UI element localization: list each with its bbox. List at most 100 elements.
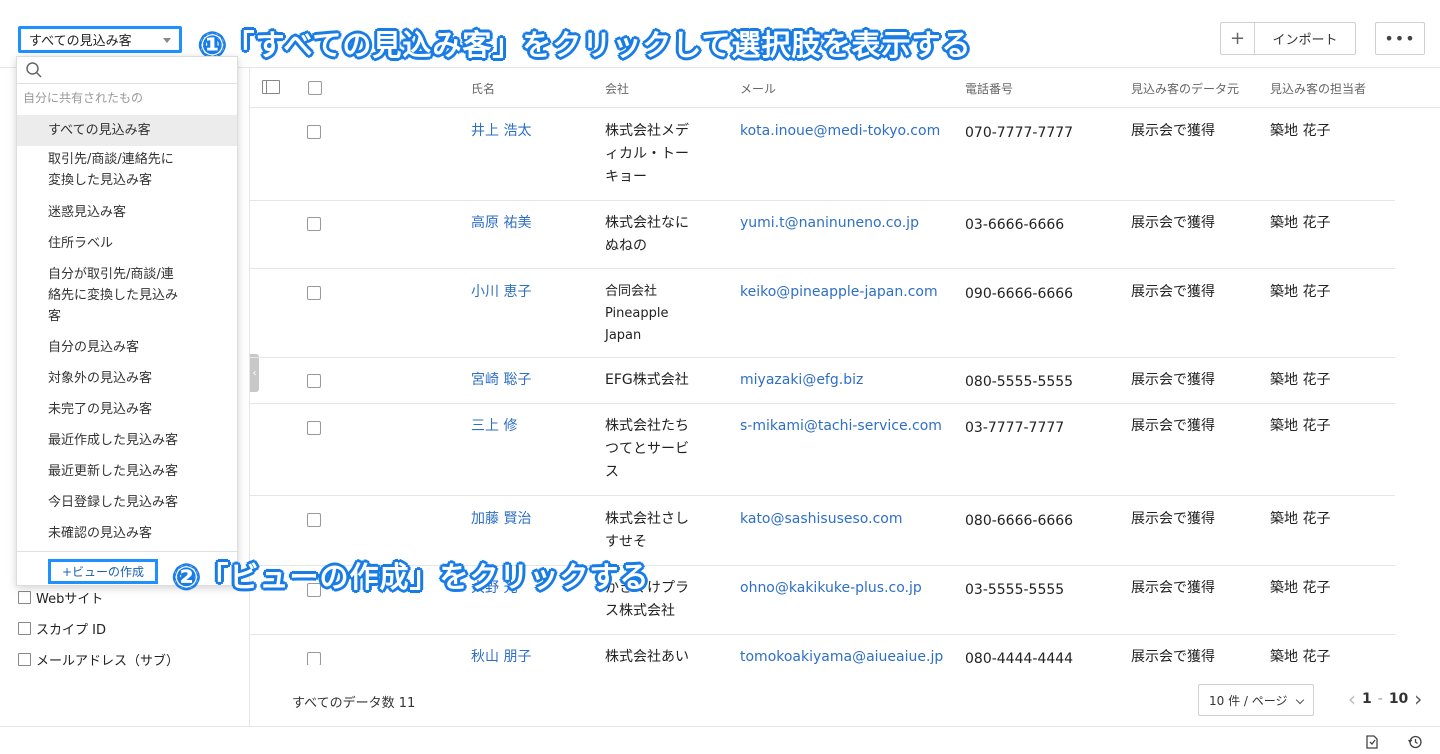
row-checkbox[interactable] bbox=[307, 374, 321, 388]
checkbox[interactable] bbox=[18, 591, 31, 604]
row-checkbox[interactable] bbox=[307, 513, 321, 527]
select-all-checkbox[interactable] bbox=[308, 81, 322, 95]
view-option-label: 客 bbox=[48, 309, 62, 324]
more-options-button[interactable]: ••• bbox=[1375, 22, 1425, 55]
row-checkbox[interactable] bbox=[307, 421, 321, 435]
column-header-company[interactable]: 会社 bbox=[605, 80, 629, 97]
lead-source-cell: 展示会で獲得 bbox=[1131, 580, 1215, 596]
history-icon[interactable] bbox=[1400, 731, 1430, 753]
company-line: 株式会社さし bbox=[605, 511, 689, 527]
view-option-today[interactable]: 今日登録した見込み客 bbox=[17, 492, 237, 513]
view-option-label: すべての見込み客 bbox=[48, 123, 151, 138]
table-row[interactable]: 高原 祐美 株式会社なに ぬねの yumi.t@naninuneno.co.jp … bbox=[250, 201, 1395, 269]
lead-owner-cell: 築地 花子 bbox=[1270, 649, 1331, 665]
email-link[interactable]: keiko@pineapple-japan.com bbox=[740, 281, 938, 304]
phone-cell: 03-6666-6666 bbox=[965, 217, 1065, 233]
lead-source-cell: 展示会で獲得 bbox=[1131, 418, 1215, 434]
dropdown-group-label: 自分に共有されたもの bbox=[23, 91, 144, 105]
email-link[interactable]: yumi.t@naninuneno.co.jp bbox=[740, 212, 919, 235]
filter-label: メールアドレス（サブ） bbox=[36, 654, 180, 669]
row-checkbox[interactable] bbox=[307, 286, 321, 300]
table-row[interactable]: 井上 浩太 株式会社メデ ィカル・トー キョー kota.inoue@medi-to… bbox=[250, 108, 1395, 201]
row-checkbox[interactable] bbox=[307, 217, 321, 231]
email-link[interactable]: s-mikami@tachi-service.com bbox=[740, 415, 942, 438]
view-option-my-leads[interactable]: 自分の見込み客 bbox=[17, 337, 237, 358]
lead-name-link[interactable]: 井上 浩太 bbox=[471, 120, 531, 143]
email-link[interactable]: kato@sashisuseso.com bbox=[740, 508, 902, 531]
table-row[interactable]: 秋山 朋子 株式会社あい tomokoakiyama@aiueaiue.jp 0… bbox=[250, 635, 1395, 665]
checkbox[interactable] bbox=[18, 653, 31, 666]
page-start: 1 bbox=[1362, 691, 1372, 707]
view-option-converted[interactable]: 取引先/商談/連絡先に 変換した見込み客 bbox=[17, 149, 237, 191]
view-option-recently-created[interactable]: 最近作成した見込み客 bbox=[17, 430, 237, 451]
search-icon[interactable] bbox=[25, 61, 43, 79]
table-scroll-area[interactable] bbox=[1395, 108, 1440, 665]
email-link[interactable]: miyazaki@efg.biz bbox=[740, 369, 863, 392]
view-option-incomplete[interactable]: 未完了の見込み客 bbox=[17, 399, 237, 420]
company-line: ス bbox=[605, 464, 619, 480]
view-option-recently-updated[interactable]: 最近更新した見込み客 bbox=[17, 461, 237, 482]
records-per-page-select[interactable]: 10 件 / ページ bbox=[1198, 684, 1314, 716]
lead-source-cell: 展示会で獲得 bbox=[1131, 649, 1215, 665]
view-option-unqualified[interactable]: 対象外の見込み客 bbox=[17, 368, 237, 389]
company-line: Japan bbox=[605, 328, 642, 343]
email-link[interactable]: ohno@kakikuke-plus.co.jp bbox=[740, 577, 922, 600]
column-header-lead-owner[interactable]: 見込み客の担当者 bbox=[1270, 80, 1366, 97]
column-settings-icon[interactable] bbox=[262, 80, 280, 94]
view-option-all-leads[interactable]: すべての見込み客 bbox=[17, 115, 237, 146]
email-link[interactable]: kota.inoue@medi-tokyo.com bbox=[740, 120, 940, 143]
table-row[interactable]: 小川 恵子 合同会社 Pineapple Japan keiko@pineapple… bbox=[250, 269, 1395, 358]
prev-page-icon[interactable]: ‹ bbox=[1348, 689, 1356, 709]
company-line: つてとサービ bbox=[605, 441, 689, 457]
import-button[interactable]: インポート bbox=[1254, 22, 1356, 55]
lead-name-link[interactable]: 高原 祐美 bbox=[471, 212, 531, 235]
notes-icon[interactable] bbox=[1357, 731, 1387, 753]
table-row[interactable]: 三上 修 株式会社たち つてとサービス s-mikami@tachi-servic… bbox=[250, 404, 1395, 496]
view-option-label: 自分が取引先/商談/連 bbox=[48, 267, 174, 282]
filter-secondary-email[interactable]: メールアドレス（サブ） bbox=[18, 650, 179, 669]
company-line: 合同会社 bbox=[605, 284, 658, 299]
phone-cell: 03-7777-7777 bbox=[965, 420, 1065, 436]
phone-cell: 090-6666-6666 bbox=[965, 286, 1074, 302]
lead-name-link[interactable]: 秋山 朋子 bbox=[471, 646, 531, 665]
add-button[interactable]: + bbox=[1220, 22, 1254, 55]
lead-source-cell: 展示会で獲得 bbox=[1131, 123, 1215, 139]
email-link[interactable]: tomokoakiyama@aiueaiue.jp bbox=[740, 646, 943, 665]
view-option-label: 取引先/商談/連絡先に bbox=[48, 152, 174, 167]
view-option-junk[interactable]: 迷惑見込み客 bbox=[17, 202, 237, 223]
next-page-icon[interactable]: › bbox=[1414, 689, 1422, 709]
company-cell: 株式会社メデ ィカル・トー キョー bbox=[605, 120, 705, 189]
row-checkbox[interactable] bbox=[307, 125, 321, 139]
phone-cell: 070-7777-7777 bbox=[965, 125, 1074, 141]
lead-name-link[interactable]: 宮崎 聡子 bbox=[471, 369, 531, 392]
view-option-label: 最近更新した見込み客 bbox=[48, 464, 179, 479]
filter-website[interactable]: Webサイト bbox=[18, 588, 103, 607]
view-option-unread[interactable]: 未確認の見込み客 bbox=[17, 523, 237, 544]
lead-source-cell: 展示会で獲得 bbox=[1131, 372, 1215, 388]
filter-skype-id[interactable]: スカイプ ID bbox=[18, 619, 106, 638]
view-option-label: 変換した見込み客 bbox=[48, 173, 153, 188]
company-cell: EFG株式会社 bbox=[605, 369, 725, 392]
row-checkbox[interactable] bbox=[307, 652, 321, 665]
lead-name-link[interactable]: 三上 修 bbox=[471, 415, 517, 438]
column-header-lead-source[interactable]: 見込み客のデータ元 bbox=[1131, 80, 1239, 97]
filter-label: スカイプ ID bbox=[36, 623, 106, 638]
column-header-name[interactable]: 氏名 bbox=[471, 80, 495, 97]
create-view-button[interactable]: +ビューの作成 bbox=[48, 559, 158, 584]
view-option-label: 未確認の見込み客 bbox=[48, 526, 153, 541]
lead-name-link[interactable]: 小川 恵子 bbox=[471, 281, 531, 304]
view-option-address-labels[interactable]: 住所ラベル bbox=[17, 233, 237, 254]
phone-cell: 080-5555-5555 bbox=[965, 374, 1074, 390]
view-selector[interactable]: すべての見込み客 bbox=[18, 26, 182, 53]
company-line: キョー bbox=[605, 169, 647, 185]
column-header-email[interactable]: メール bbox=[740, 80, 776, 97]
lead-source-cell: 展示会で獲得 bbox=[1131, 284, 1215, 300]
column-header-phone[interactable]: 電話番号 bbox=[965, 80, 1013, 97]
company-line: 株式会社あい bbox=[605, 649, 689, 665]
table-row[interactable]: 宮崎 聡子 EFG株式会社 miyazaki@efg.biz 080-5555-… bbox=[250, 358, 1395, 404]
lead-name-link[interactable]: 加藤 賢治 bbox=[471, 508, 531, 531]
company-line: Pineapple bbox=[605, 306, 669, 321]
view-option-my-converted[interactable]: 自分が取引先/商談/連 絡先に変換した見込み客 bbox=[17, 264, 237, 327]
checkbox[interactable] bbox=[18, 622, 31, 635]
view-option-label: 未完了の見込み客 bbox=[48, 402, 153, 417]
